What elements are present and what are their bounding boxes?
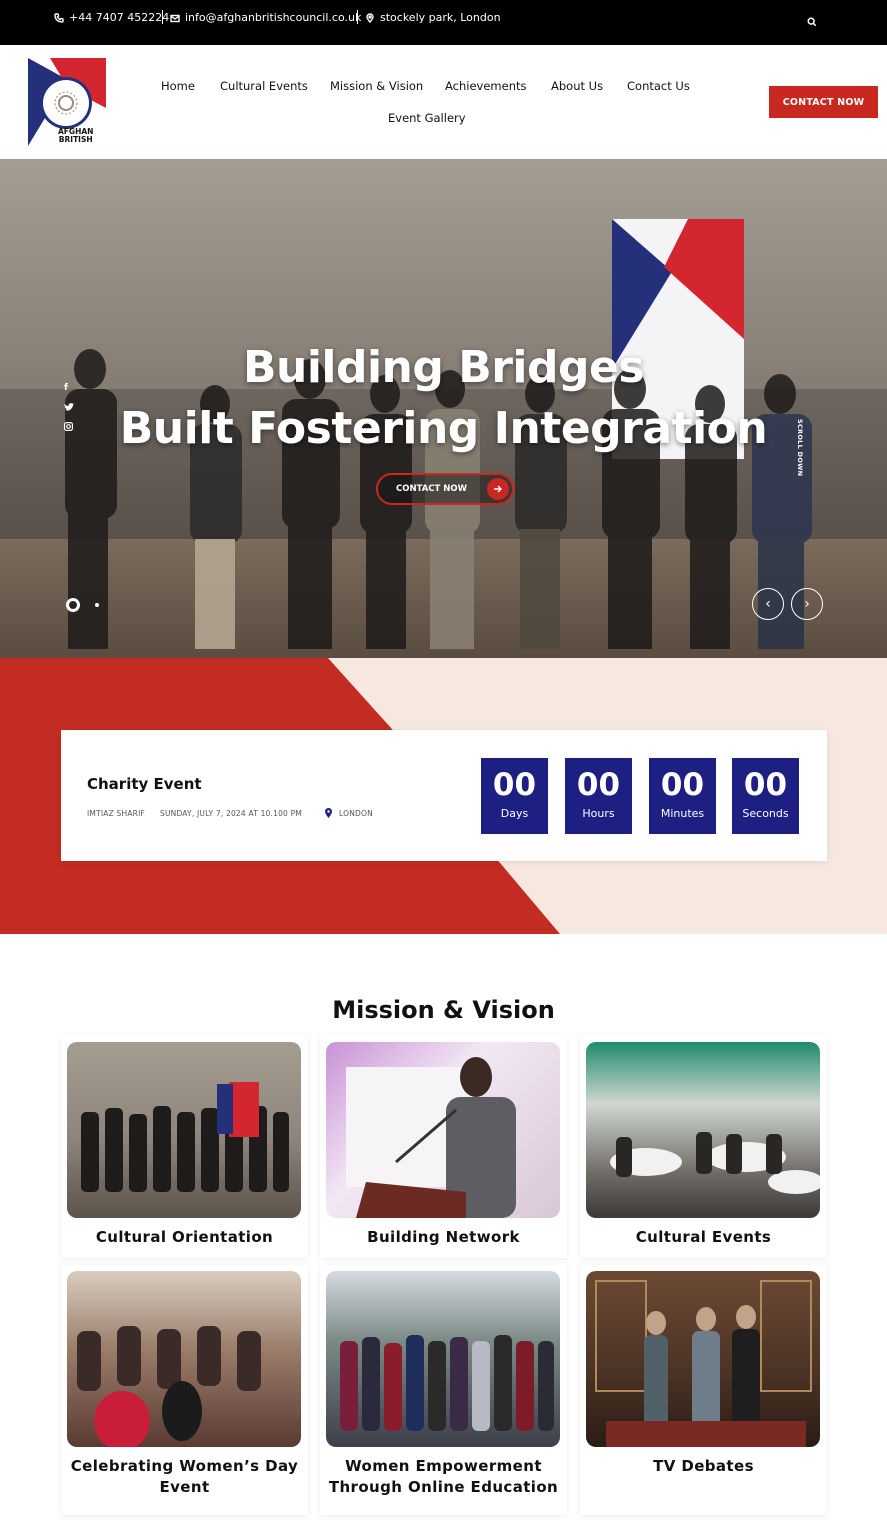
card-label: TV Debates [653, 1457, 754, 1475]
mission-card-cultural-orientation[interactable]: Cultural Orientation [61, 1036, 308, 1258]
countdown-hours: 00 Hours [565, 758, 632, 834]
card-photo [586, 1271, 820, 1447]
slider-dot[interactable] [95, 603, 99, 607]
card-photo [326, 1271, 560, 1447]
location-contact: stockely park, London [365, 11, 501, 24]
nav-mission-vision[interactable]: Mission & Vision [330, 79, 423, 93]
map-pin-icon [366, 12, 374, 23]
nav-cultural-events[interactable]: Cultural Events [220, 79, 308, 93]
mission-card-women-empowerment[interactable]: Women Empowerment Through Online Educati… [320, 1265, 567, 1515]
card-label: Cultural Events [635, 1228, 772, 1246]
nav-home[interactable]: Home [161, 79, 195, 93]
event-countdown-section: Charity Event IMTIAZ SHARIF SUNDAY, JULY… [0, 658, 887, 934]
card-label: Celebrating Women’s Day Event [70, 1457, 299, 1496]
search-icon[interactable] [807, 17, 817, 27]
email-address: info@afghanbritishcouncil.co.uk [185, 11, 362, 24]
slider-prev-button[interactable]: ‹ [752, 588, 784, 620]
arrow-right-icon [487, 478, 509, 500]
nav-achievements[interactable]: Achievements [445, 79, 527, 93]
divider [162, 10, 163, 24]
map-pin-icon [325, 808, 332, 818]
nav-event-gallery[interactable]: Event Gallery [388, 111, 466, 125]
divider [357, 10, 358, 24]
hero-contact-button-label: CONTACT NOW [396, 484, 468, 494]
nav-about-us[interactable]: About Us [551, 79, 603, 93]
top-bar: +44 7407 452224 info@afghanbritishcounci… [0, 0, 887, 45]
hero-contact-button[interactable]: CONTACT NOW [376, 473, 514, 505]
email-contact[interactable]: info@afghanbritishcouncil.co.uk [170, 11, 361, 24]
slider-dot-active[interactable] [66, 598, 80, 612]
facebook-icon[interactable]: f [64, 383, 68, 393]
card-photo [67, 1042, 301, 1218]
event-author: IMTIAZ SHARIF [87, 809, 145, 818]
site-header: AFGHAN BRITISH Home Cultural Events Miss… [0, 45, 887, 159]
group-photo-silhouettes [65, 349, 812, 649]
twitter-icon[interactable] [64, 403, 74, 412]
mission-card-tv-debates[interactable]: TV Debates [580, 1265, 827, 1515]
countdown-days: 00 Days [481, 758, 548, 834]
card-label: Cultural Orientation [95, 1228, 274, 1246]
event-datetime: SUNDAY, JULY 7, 2024 AT 10.100 PM [160, 809, 302, 818]
event-card[interactable]: Charity Event IMTIAZ SHARIF SUNDAY, JULY… [61, 730, 827, 861]
hero-slider: Building Bridges Built Fostering Integra… [0, 159, 887, 658]
event-title: Charity Event [87, 775, 202, 793]
phone-contact[interactable]: +44 7407 452224 [54, 11, 169, 24]
instagram-icon[interactable] [64, 422, 73, 431]
mission-card-womens-day[interactable]: Celebrating Women’s Day Event [61, 1265, 308, 1515]
countdown-minutes: 00 Minutes [649, 758, 716, 834]
mission-card-cultural-events[interactable]: Cultural Events [580, 1036, 827, 1258]
card-photo [326, 1042, 560, 1218]
card-label: Building Network [367, 1228, 520, 1246]
mission-card-building-network[interactable]: Building Network [320, 1036, 567, 1258]
card-label: Women Empowerment Through Online Educati… [328, 1457, 559, 1496]
hero-title-line1: Building Bridges [242, 342, 645, 393]
card-photo [67, 1271, 301, 1447]
phone-number: +44 7407 452224 [69, 11, 170, 24]
hero-title-line2: Built Fostering Integration [119, 403, 768, 454]
envelope-icon [170, 14, 180, 22]
nav-contact-us[interactable]: Contact Us [627, 79, 690, 93]
event-location: LONDON [339, 809, 373, 818]
location-text: stockely park, London [380, 11, 501, 24]
scroll-down-label[interactable]: SCROLL DOWN [796, 419, 804, 476]
card-photo [586, 1042, 820, 1218]
header-contact-button[interactable]: CONTACT NOW [769, 86, 878, 118]
decor-red-shape [0, 861, 560, 934]
slider-next-button[interactable]: › [791, 588, 823, 620]
mission-section-title: Mission & Vision [332, 996, 555, 1024]
countdown-seconds: 00 Seconds [732, 758, 799, 834]
logo-text: AFGHAN BRITISH [58, 127, 94, 144]
phone-icon [54, 12, 64, 23]
